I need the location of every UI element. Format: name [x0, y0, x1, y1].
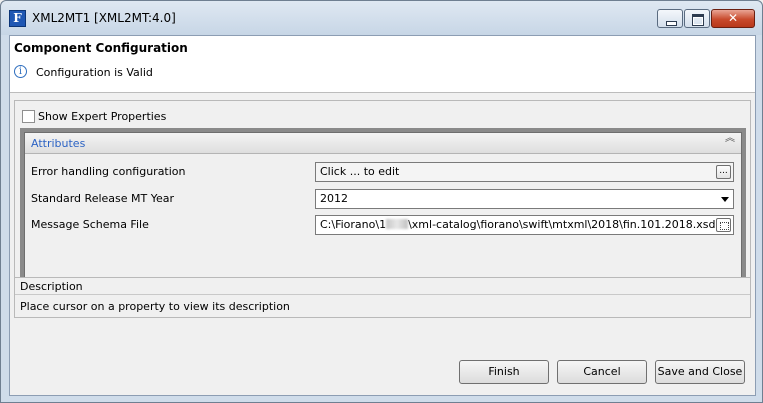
error-handling-value: Click ... to edit — [320, 165, 400, 178]
chevron-down-icon[interactable] — [721, 197, 729, 202]
description-divider — [15, 294, 750, 295]
configuration-header: Component Configuration i Configuration … — [10, 36, 755, 93]
page-title: Component Configuration — [14, 41, 188, 55]
title-bar[interactable]: F XML2MT1 [XML2MT:4.0] — [1, 1, 762, 35]
close-button[interactable] — [711, 9, 755, 28]
cancel-button[interactable]: Cancel — [557, 360, 647, 384]
validation-status: Configuration is Valid — [36, 66, 153, 79]
release-year-dropdown[interactable]: 2012 — [315, 189, 734, 209]
show-expert-checkbox[interactable] — [22, 110, 35, 123]
schema-file-value-prefix: C:\Fiorano\1 — [320, 218, 387, 231]
cancel-button-label: Cancel — [583, 365, 621, 378]
description-panel: Description Place cursor on a property t… — [14, 277, 751, 318]
finish-button[interactable]: Finish — [459, 360, 549, 384]
error-handling-field[interactable]: Click ... to edit ... — [315, 162, 734, 182]
redacted-text — [386, 219, 409, 229]
attributes-section-title: Attributes — [31, 137, 86, 150]
property-label-error-handling: Error handling configuration — [31, 165, 186, 178]
info-icon: i — [14, 65, 27, 78]
maximize-button[interactable] — [684, 9, 710, 28]
schema-file-value-suffix: \xml-catalog\fiorano\swift\mtxml\2018\fi… — [408, 218, 716, 231]
attributes-section-header[interactable]: Attributes ︽ — [25, 133, 741, 154]
save-and-close-button[interactable]: Save and Close — [655, 360, 745, 384]
ellipsis-edit-button[interactable]: ... — [716, 165, 731, 179]
attributes-frame: Attributes ︽ Error handling configuratio… — [20, 128, 746, 300]
show-expert-label[interactable]: Show Expert Properties — [38, 110, 166, 123]
description-title: Description — [20, 280, 83, 293]
file-chooser-icon[interactable] — [716, 218, 731, 232]
release-year-value: 2012 — [320, 192, 348, 205]
minimize-button[interactable] — [657, 9, 683, 28]
property-label-release-year: Standard Release MT Year — [31, 192, 175, 205]
collapse-chevron-icon[interactable]: ︽ — [725, 134, 735, 144]
dialog-window: F XML2MT1 [XML2MT:4.0] Component Configu… — [0, 0, 763, 403]
finish-button-label: Finish — [488, 365, 520, 378]
property-label-schema-file: Message Schema File — [31, 218, 149, 231]
properties-panel: Show Expert Properties Attributes ︽ Erro… — [14, 100, 751, 305]
save-and-close-label: Save and Close — [657, 365, 743, 378]
description-text: Place cursor on a property to view its d… — [20, 300, 290, 313]
app-icon: F — [9, 10, 26, 27]
schema-file-field[interactable]: C:\Fiorano\1 \xml-catalog\fiorano\swift\m… — [315, 215, 734, 235]
attributes-section: Attributes ︽ Error handling configuratio… — [24, 132, 742, 296]
dialog-client-area: Component Configuration i Configuration … — [9, 35, 756, 396]
window-title: XML2MT1 [XML2MT:4.0] — [32, 11, 176, 25]
